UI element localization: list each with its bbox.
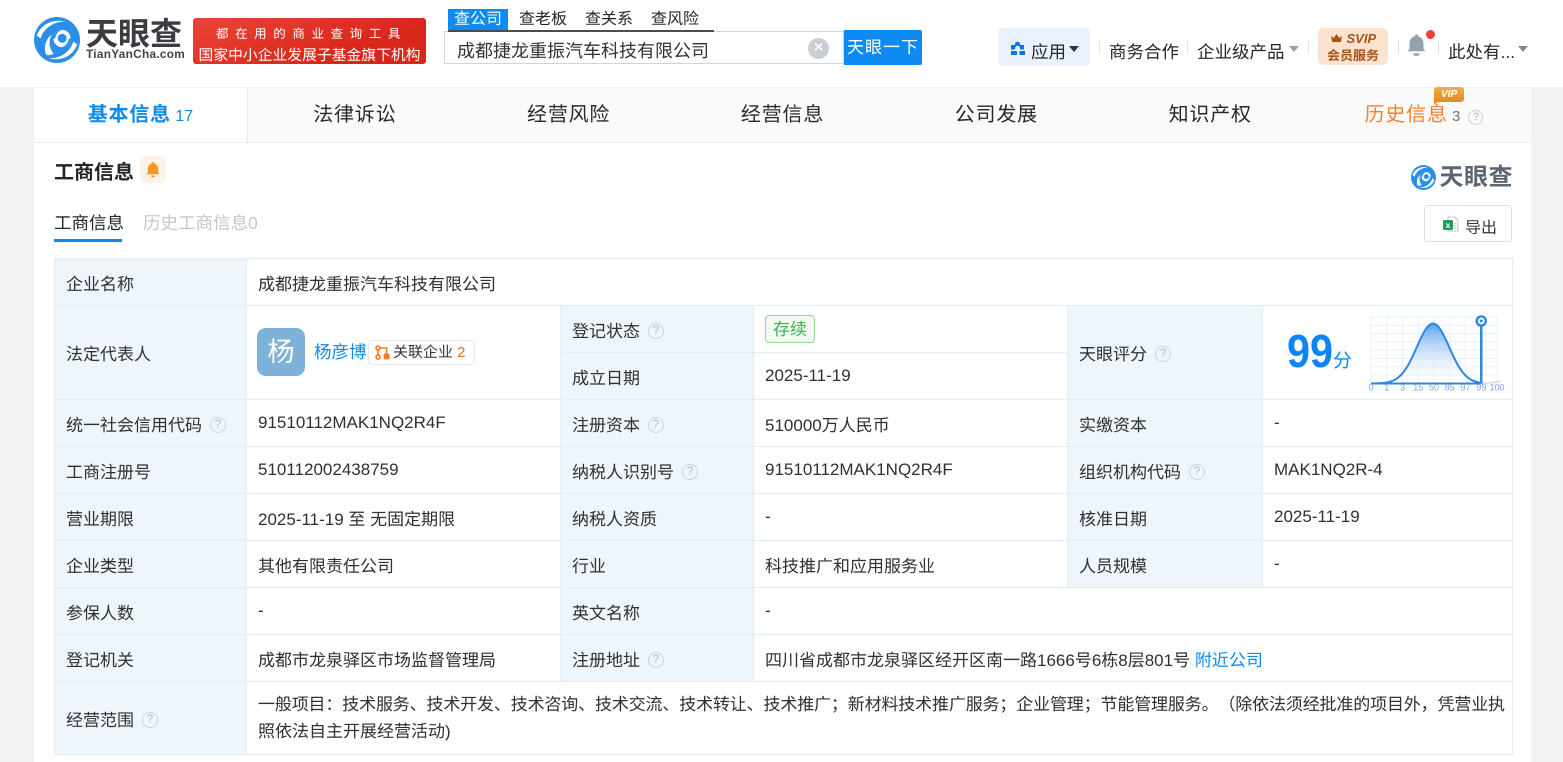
svg-text:x: x — [1446, 220, 1451, 230]
svg-text:50: 50 — [1429, 383, 1439, 393]
svg-text:85: 85 — [1445, 383, 1455, 393]
svg-text:1: 1 — [1384, 383, 1389, 393]
svg-text:0: 0 — [1368, 383, 1373, 393]
svg-text:3: 3 — [1400, 383, 1405, 393]
svg-text:15: 15 — [1413, 383, 1423, 393]
svg-text:99: 99 — [1476, 383, 1486, 393]
svg-text:97: 97 — [1460, 383, 1470, 393]
svg-text:100: 100 — [1489, 383, 1504, 393]
